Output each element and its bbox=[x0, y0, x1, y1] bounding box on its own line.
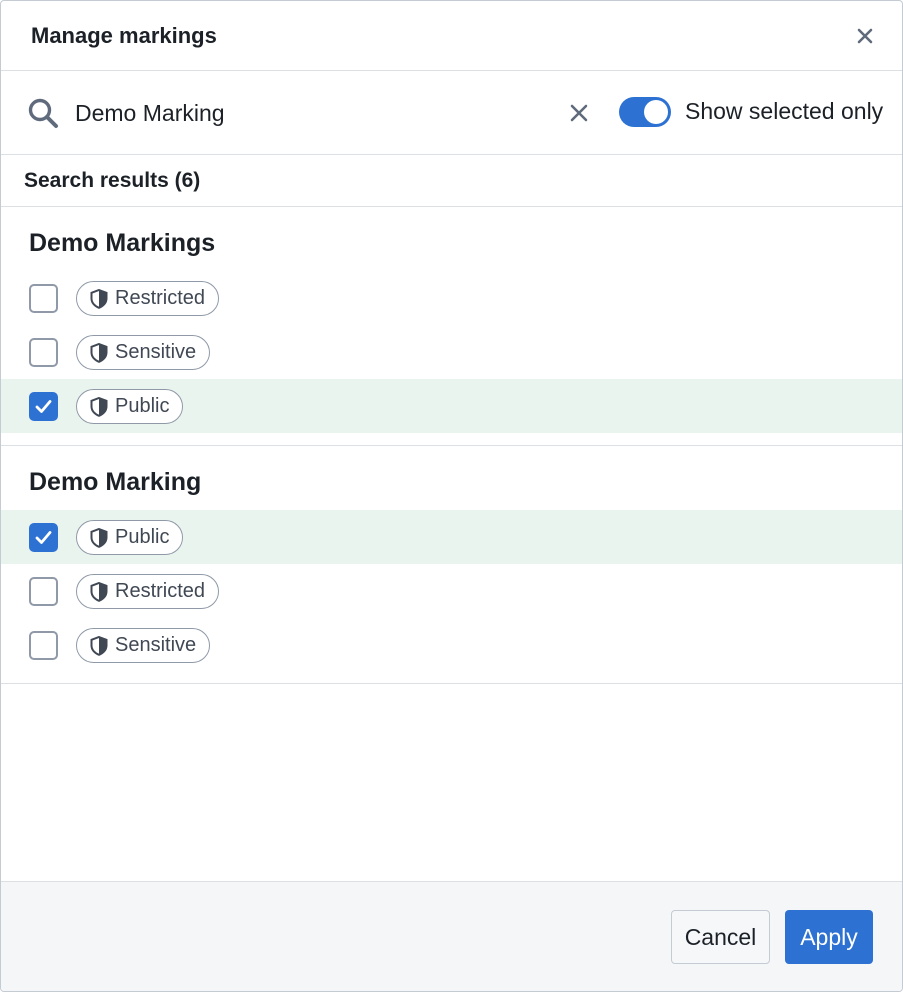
group-title: Demo Markings bbox=[29, 229, 216, 257]
marking-checkbox-checked[interactable] bbox=[29, 392, 58, 421]
marking-tag: Sensitive bbox=[76, 335, 211, 370]
search-input[interactable] bbox=[75, 95, 545, 131]
search-results-heading: Search results (6) bbox=[1, 155, 902, 207]
manage-markings-dialog: Manage markings Show selected only Searc… bbox=[0, 0, 903, 992]
marking-group: Demo Marking Public Restricted Sensitive bbox=[1, 446, 902, 684]
marking-label: Restricted bbox=[115, 287, 206, 309]
shield-icon bbox=[90, 581, 108, 602]
marking-row-selected[interactable]: Public bbox=[1, 510, 902, 564]
dialog-footer: Cancel Apply bbox=[1, 881, 902, 991]
marking-label: Public bbox=[115, 395, 170, 417]
shield-icon bbox=[90, 396, 108, 417]
shield-icon bbox=[90, 288, 108, 309]
show-selected-only-toggle[interactable] bbox=[619, 97, 671, 127]
marking-checkbox-checked[interactable] bbox=[29, 523, 58, 552]
dialog-header: Manage markings bbox=[1, 1, 902, 71]
marking-checkbox[interactable] bbox=[29, 284, 58, 313]
marking-checkbox[interactable] bbox=[29, 631, 58, 660]
checkmark-icon bbox=[35, 531, 52, 544]
show-selected-only-label: Show selected only bbox=[685, 98, 884, 124]
clear-icon bbox=[570, 104, 588, 122]
marking-label: Public bbox=[115, 526, 170, 548]
toggle-knob bbox=[644, 100, 668, 124]
search-bar: Show selected only bbox=[1, 71, 902, 155]
close-icon bbox=[857, 28, 873, 44]
shield-icon bbox=[90, 635, 108, 656]
search-icon bbox=[28, 98, 58, 128]
marking-group: Demo Markings Restricted Sensitive Publi… bbox=[1, 207, 902, 446]
marking-row-selected[interactable]: Public bbox=[1, 379, 902, 433]
marking-row[interactable]: Sensitive bbox=[1, 325, 902, 379]
search-results-count: Search results (6) bbox=[24, 169, 201, 192]
marking-label: Restricted bbox=[115, 580, 206, 602]
marking-checkbox[interactable] bbox=[29, 338, 58, 367]
dialog-title: Manage markings bbox=[31, 23, 217, 48]
marking-row[interactable]: Sensitive bbox=[1, 618, 902, 672]
group-title: Demo Marking bbox=[29, 468, 202, 496]
marking-tag: Restricted bbox=[76, 574, 220, 609]
marking-tag: Public bbox=[76, 520, 184, 555]
marking-row[interactable]: Restricted bbox=[1, 564, 902, 618]
marking-row[interactable]: Restricted bbox=[1, 271, 902, 325]
apply-button[interactable]: Apply bbox=[785, 910, 873, 964]
marking-checkbox[interactable] bbox=[29, 577, 58, 606]
marking-tag: Sensitive bbox=[76, 628, 211, 663]
marking-tag: Restricted bbox=[76, 281, 220, 316]
checkmark-icon bbox=[35, 400, 52, 413]
close-button[interactable] bbox=[850, 21, 880, 51]
marking-tag: Public bbox=[76, 389, 184, 424]
shield-icon bbox=[90, 342, 108, 363]
cancel-button[interactable]: Cancel bbox=[671, 910, 770, 964]
marking-label: Sensitive bbox=[115, 341, 197, 363]
shield-icon bbox=[90, 527, 108, 548]
clear-search-button[interactable] bbox=[563, 97, 595, 129]
marking-label: Sensitive bbox=[115, 634, 197, 656]
